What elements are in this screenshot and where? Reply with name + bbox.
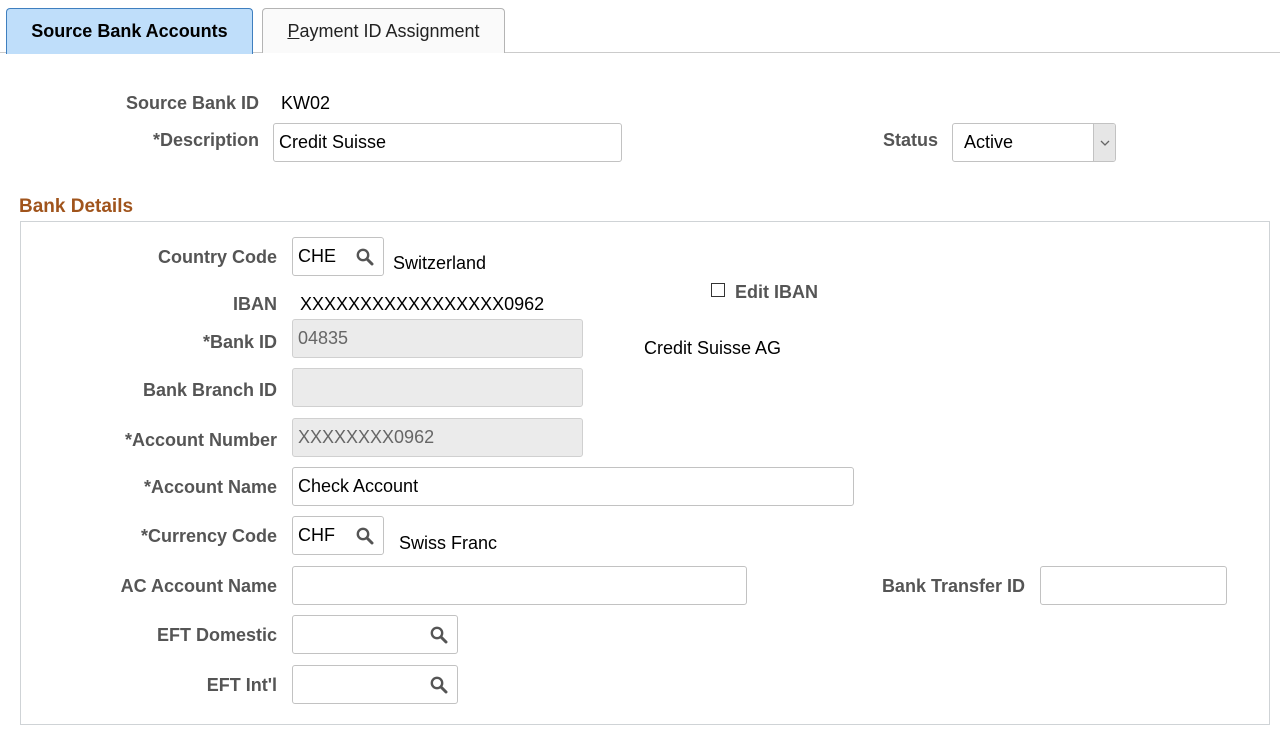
bank-transfer-id-label: Bank Transfer ID [881,576,1025,596]
account-number-label: *Account Number [124,430,277,450]
bank-details-heading: Bank Details [19,196,134,217]
account-name-label: *Account Name [143,477,277,497]
tab-bar: Source Bank Accounts Payment ID Assignme… [0,0,1280,54]
description-value: Credit Suisse [279,132,387,152]
status-label: Status [882,130,938,150]
description-label: *Description [152,130,259,150]
country-name: Switzerland [393,253,487,273]
country-code-input[interactable]: CHE [292,237,384,276]
currency-code-label: *Currency Code [140,526,277,546]
tab-payment-id-assignment[interactable]: Payment ID Assignment [262,8,505,53]
country-code-label: Country Code [158,247,277,267]
iban-value: XXXXXXXXXXXXXXXXX0962 [300,294,545,314]
currency-name: Swiss Franc [399,533,498,553]
tab-label: ayment ID Assignment [299,21,480,41]
eft-domestic-label: EFT Domestic [156,625,277,645]
eft-domestic-input[interactable] [292,615,458,654]
source-bank-id-value: KW02 [281,93,331,113]
bank-id-input: 04835 [292,319,583,358]
bank-branch-id-input [292,368,583,407]
status-select[interactable]: Active [952,123,1116,162]
currency-code-value: CHF [298,525,335,545]
bank-transfer-id-input[interactable] [1040,566,1227,605]
ac-account-name-input[interactable] [292,566,747,605]
source-bank-id-label: Source Bank ID [125,93,259,113]
tab-source-bank-accounts[interactable]: Source Bank Accounts [6,8,253,54]
eft-intl-label: EFT Int'l [206,675,277,695]
search-icon[interactable] [347,517,383,554]
iban-label: IBAN [233,294,277,314]
search-icon[interactable] [347,238,383,275]
edit-iban-label: Edit IBAN [735,282,818,302]
account-number-input: XXXXXXXX0962 [292,418,583,457]
account-name-input[interactable]: Check Account [292,467,854,506]
bank-branch-id-label: Bank Branch ID [142,380,277,400]
account-name-value: Check Account [298,476,419,496]
bank-id-label: *Bank ID [202,332,277,352]
status-value: Active [964,132,1014,152]
country-code-value: CHE [298,246,337,266]
bank-id-value: 04835 [298,328,349,348]
bank-name: Credit Suisse AG [644,338,782,358]
ac-account-name-label: AC Account Name [120,576,277,596]
account-number-value: XXXXXXXX0962 [298,427,435,447]
currency-code-input[interactable]: CHF [292,516,384,555]
edit-iban-checkbox[interactable] [711,283,725,297]
tab-label: Source Bank Accounts [31,21,228,41]
eft-intl-input[interactable] [292,665,458,704]
search-icon[interactable] [421,666,457,703]
tab-accesskey: P [287,21,300,41]
chevron-down-icon[interactable] [1093,124,1115,161]
search-icon[interactable] [421,616,457,653]
description-input[interactable]: Credit Suisse [273,123,622,162]
